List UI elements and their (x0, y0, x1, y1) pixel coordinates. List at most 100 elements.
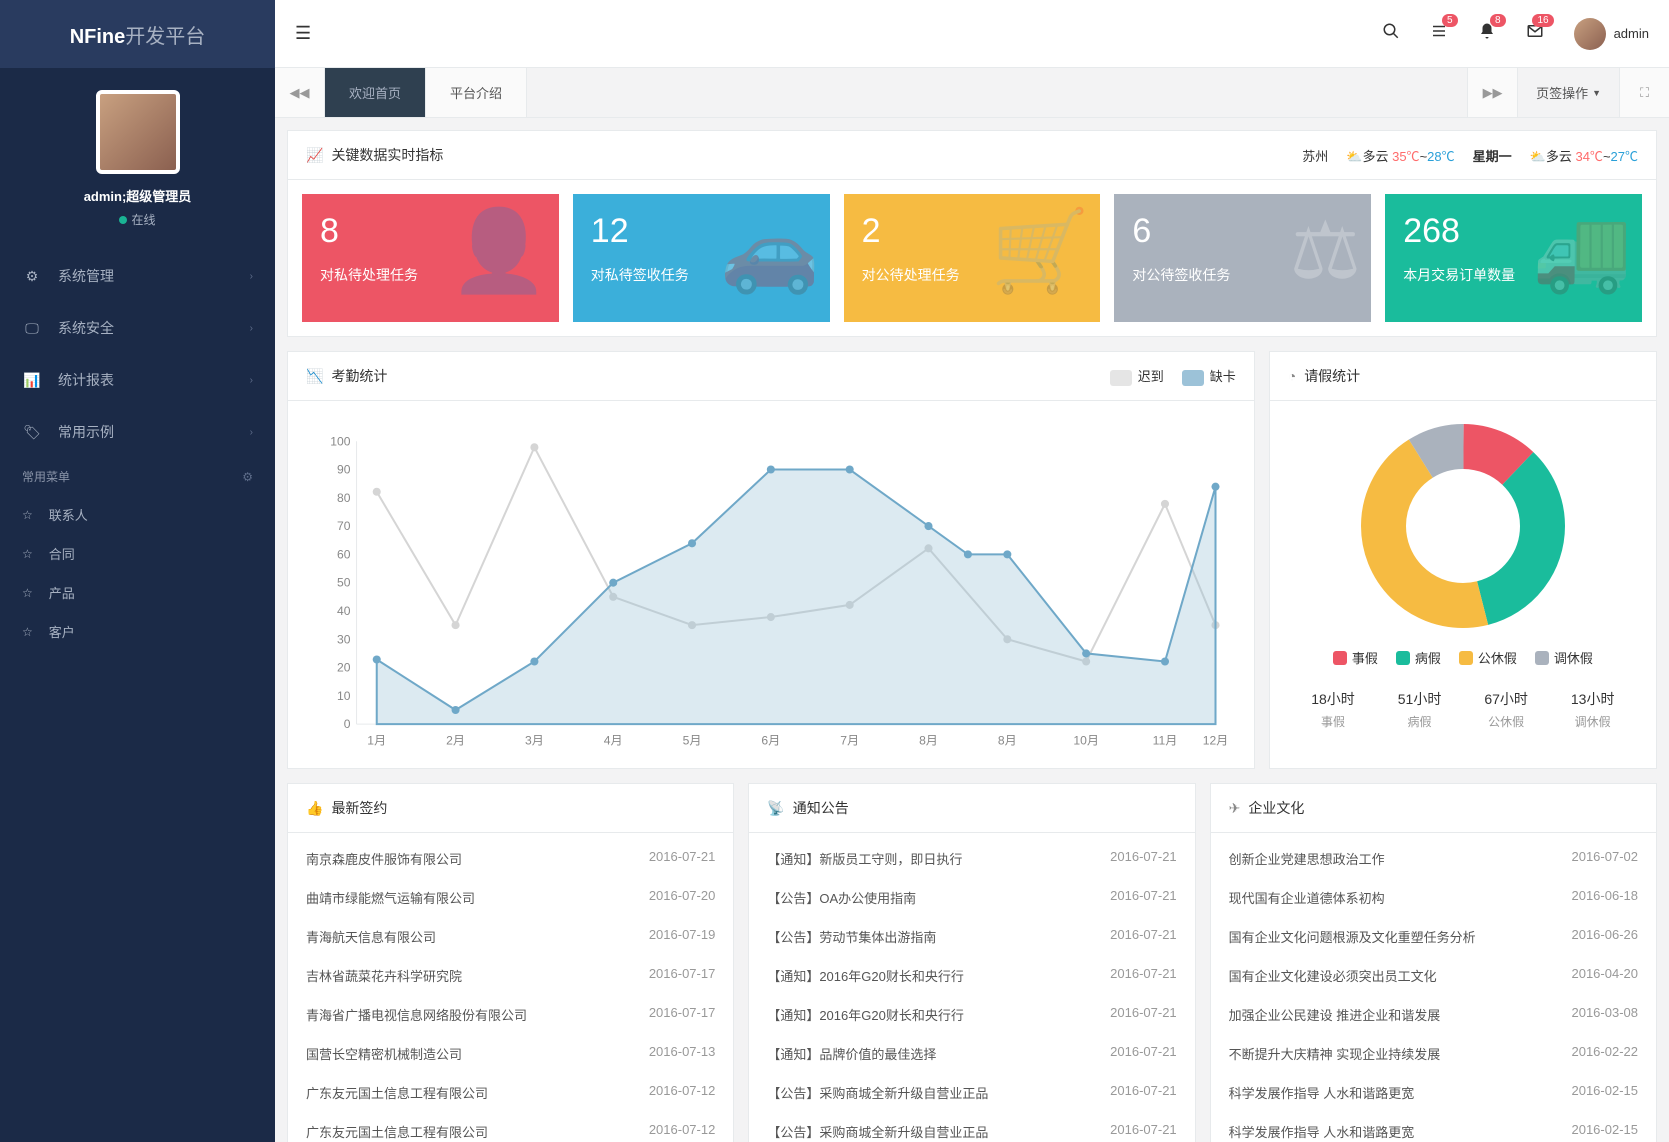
user-menu[interactable]: admin (1574, 18, 1649, 50)
list-item[interactable]: 【公告】采购商城全新升级自营业正品2016-07-21 (749, 1112, 1194, 1142)
fav-customer[interactable]: ☆客户 (0, 612, 275, 651)
list-item-date: 2016-07-21 (1110, 927, 1177, 946)
card-private-sign[interactable]: 12对私待签收任务🚗 (573, 194, 830, 322)
swatch-icon (1396, 651, 1410, 665)
list-item-title: 现代国有企业道德体系初构 (1229, 888, 1385, 907)
list-item[interactable]: 国营长空精密机械制造公司2016-07-13 (288, 1034, 733, 1073)
nav-item-reports[interactable]: 📊统计报表› (0, 354, 275, 406)
list-item-title: 曲靖市绿能燃气运输有限公司 (306, 888, 475, 907)
tab-home[interactable]: 欢迎首页 (325, 68, 426, 117)
list-item-date: 2016-07-17 (649, 1005, 716, 1024)
list-item-date: 2016-07-12 (649, 1122, 716, 1141)
card-private-pending[interactable]: 8对私待处理任务👤 (302, 194, 559, 322)
list-item-date: 2016-02-22 (1571, 1044, 1638, 1063)
list-item-date: 2016-07-20 (649, 888, 716, 907)
list-item[interactable]: 南京森鹿皮件服饰有限公司2016-07-21 (288, 839, 733, 878)
nav-label: 系统安全 (58, 318, 114, 338)
fav-contact[interactable]: ☆联系人 (0, 495, 275, 534)
list-item[interactable]: 【通知】2016年G20财长和央行行2016-07-21 (749, 995, 1194, 1034)
list-item[interactable]: 吉林省蔬菜花卉科学研究院2016-07-17 (288, 956, 733, 995)
tab-intro[interactable]: 平台介绍 (426, 68, 527, 117)
list-item-title: 【公告】OA办公使用指南 (767, 888, 916, 907)
list-item-title: 【公告】采购商城全新升级自营业正品 (767, 1083, 988, 1102)
list-item[interactable]: 【通知】2016年G20财长和央行行2016-07-21 (749, 956, 1194, 995)
list-item[interactable]: 国有企业文化建设必须突出员工文化2016-04-20 (1211, 956, 1656, 995)
list-item-date: 2016-07-21 (1110, 1005, 1177, 1024)
fav-product[interactable]: ☆产品 (0, 573, 275, 612)
panel-title: 通知公告 (793, 798, 849, 818)
list-item[interactable]: 【通知】品牌价值的最佳选择2016-07-21 (749, 1034, 1194, 1073)
fav-contract[interactable]: ☆合同 (0, 534, 275, 573)
list-item[interactable]: 青海省广播电视信息网络股份有限公司2016-07-17 (288, 995, 733, 1034)
list-item[interactable]: 【通知】新版员工守则，即日执行2016-07-21 (749, 839, 1194, 878)
car-icon: 🚗 (720, 204, 820, 298)
nav-item-system[interactable]: ⚙系统管理› (0, 250, 275, 302)
gavel-icon: ⚖ (1289, 204, 1361, 297)
list-item[interactable]: 创新企业党建思想政治工作2016-07-02 (1211, 839, 1656, 878)
list-item[interactable]: 青海航天信息有限公司2016-07-19 (288, 917, 733, 956)
user-name: admin (1614, 26, 1649, 41)
tab-next-icon[interactable]: ▶▶ (1467, 68, 1517, 117)
brand-bold: NFine (70, 26, 126, 48)
list-icon[interactable]: 5 (1430, 22, 1448, 45)
weather-today: ⛅多云 35℃~28℃ (1346, 146, 1454, 165)
card-public-pending[interactable]: 2对公待处理任务🛒 (844, 194, 1101, 322)
tab-operations[interactable]: 页签操作 ▼ (1517, 68, 1619, 117)
badge: 16 (1532, 14, 1553, 27)
sidebar: NFine开发平台 admin;超级管理员 在线 ⚙系统管理› 🖵系统安全› 📊… (0, 0, 275, 1142)
mail-icon[interactable]: 16 (1526, 22, 1544, 45)
list-item[interactable]: 广东友元国土信息工程有限公司2016-07-12 (288, 1112, 733, 1142)
logo: NFine开发平台 (0, 0, 275, 68)
list-item[interactable]: 国有企业文化问题根源及文化重塑任务分析2016-06-26 (1211, 917, 1656, 956)
weather-day: 星期一 (1473, 146, 1512, 165)
monitor-icon: 🖵 (22, 320, 42, 337)
weather-tomorrow: ⛅多云 34℃~27℃ (1530, 146, 1638, 165)
list-item-date: 2016-07-12 (649, 1083, 716, 1102)
stat: 67小时公休假 (1484, 689, 1528, 730)
gear-icon[interactable]: ⚙ (242, 470, 253, 484)
svg-text:3月: 3月 (525, 733, 544, 747)
tabbar: ◀◀ 欢迎首页 平台介绍 ▶▶ 页签操作 ▼ ⛶ (275, 68, 1669, 118)
search-icon[interactable] (1382, 22, 1400, 45)
content: 📈 关键数据实时指标 苏州 ⛅多云 35℃~28℃ 星期一 ⛅多云 34℃~27… (275, 118, 1669, 1142)
list-item[interactable]: 加强企业公民建设 推进企业和谐发展2016-03-08 (1211, 995, 1656, 1034)
bell-icon[interactable]: 8 (1478, 22, 1496, 45)
star-icon: ☆ (22, 508, 33, 522)
list-item[interactable]: 广东友元国土信息工程有限公司2016-07-12 (288, 1073, 733, 1112)
svg-text:20: 20 (337, 661, 351, 675)
list-item[interactable]: 【公告】劳动节集体出游指南2016-07-21 (749, 917, 1194, 956)
nav-item-examples[interactable]: 🏷常用示例› (0, 406, 275, 458)
chevron-right-icon: › (250, 323, 253, 334)
attendance-panel: 📉 考勤统计 迟到 缺卡 1009080 (287, 351, 1255, 769)
badge: 8 (1490, 14, 1506, 27)
svg-text:10: 10 (337, 689, 351, 703)
weather-city: 苏州 (1302, 146, 1328, 165)
nav-item-security[interactable]: 🖵 系统安全 › (0, 302, 275, 354)
legend-item: 病假 (1396, 648, 1441, 667)
tab-prev-icon[interactable]: ◀◀ (275, 68, 325, 117)
stat: 51小时病假 (1398, 689, 1442, 730)
list-item-title: 加强企业公民建设 推进企业和谐发展 (1229, 1005, 1441, 1024)
panel-title: 请假统计 (1304, 366, 1360, 386)
list-item[interactable]: 曲靖市绿能燃气运输有限公司 2016-07-20 (288, 878, 733, 917)
list-item[interactable]: 科学发展作指导 人水和谐路更宽2016-02-15 (1211, 1073, 1656, 1112)
list-item[interactable]: 不断提升大庆精神 实现企业持续发展2016-02-22 (1211, 1034, 1656, 1073)
panel-title: 企业文化 (1248, 798, 1304, 818)
list-item-title: 南京森鹿皮件服饰有限公司 (306, 849, 462, 868)
svg-text:0: 0 (344, 717, 351, 731)
list-item[interactable]: 科学发展作指导 人水和谐路更宽2016-02-15 (1211, 1112, 1656, 1142)
avatar-icon (1574, 18, 1606, 50)
fullscreen-icon[interactable]: ⛶ (1619, 68, 1669, 117)
truck-icon: 🚚 (1532, 204, 1632, 298)
hamburger-icon[interactable]: ☰ (295, 23, 311, 44)
notice-panel: 📡通知公告 【通知】新版员工守则，即日执行2016-07-21【公告】OA办公使… (748, 783, 1195, 1142)
panel-title: 最新签约 (331, 798, 387, 818)
card-public-sign[interactable]: 6对公待签收任务⚖ (1114, 194, 1371, 322)
cart-icon: 🛒 (991, 204, 1091, 298)
card-orders[interactable]: 268本月交易订单数量🚚 (1385, 194, 1642, 322)
list-item-date: 2016-04-20 (1571, 966, 1638, 985)
list-item[interactable]: 【公告】OA办公使用指南2016-07-21 (749, 878, 1194, 917)
list-item[interactable]: 现代国有企业道德体系初构2016-06-18 (1211, 878, 1656, 917)
leave-panel: ◔ 请假统计 事假 (1269, 351, 1657, 769)
list-item[interactable]: 【公告】采购商城全新升级自营业正品2016-07-21 (749, 1073, 1194, 1112)
